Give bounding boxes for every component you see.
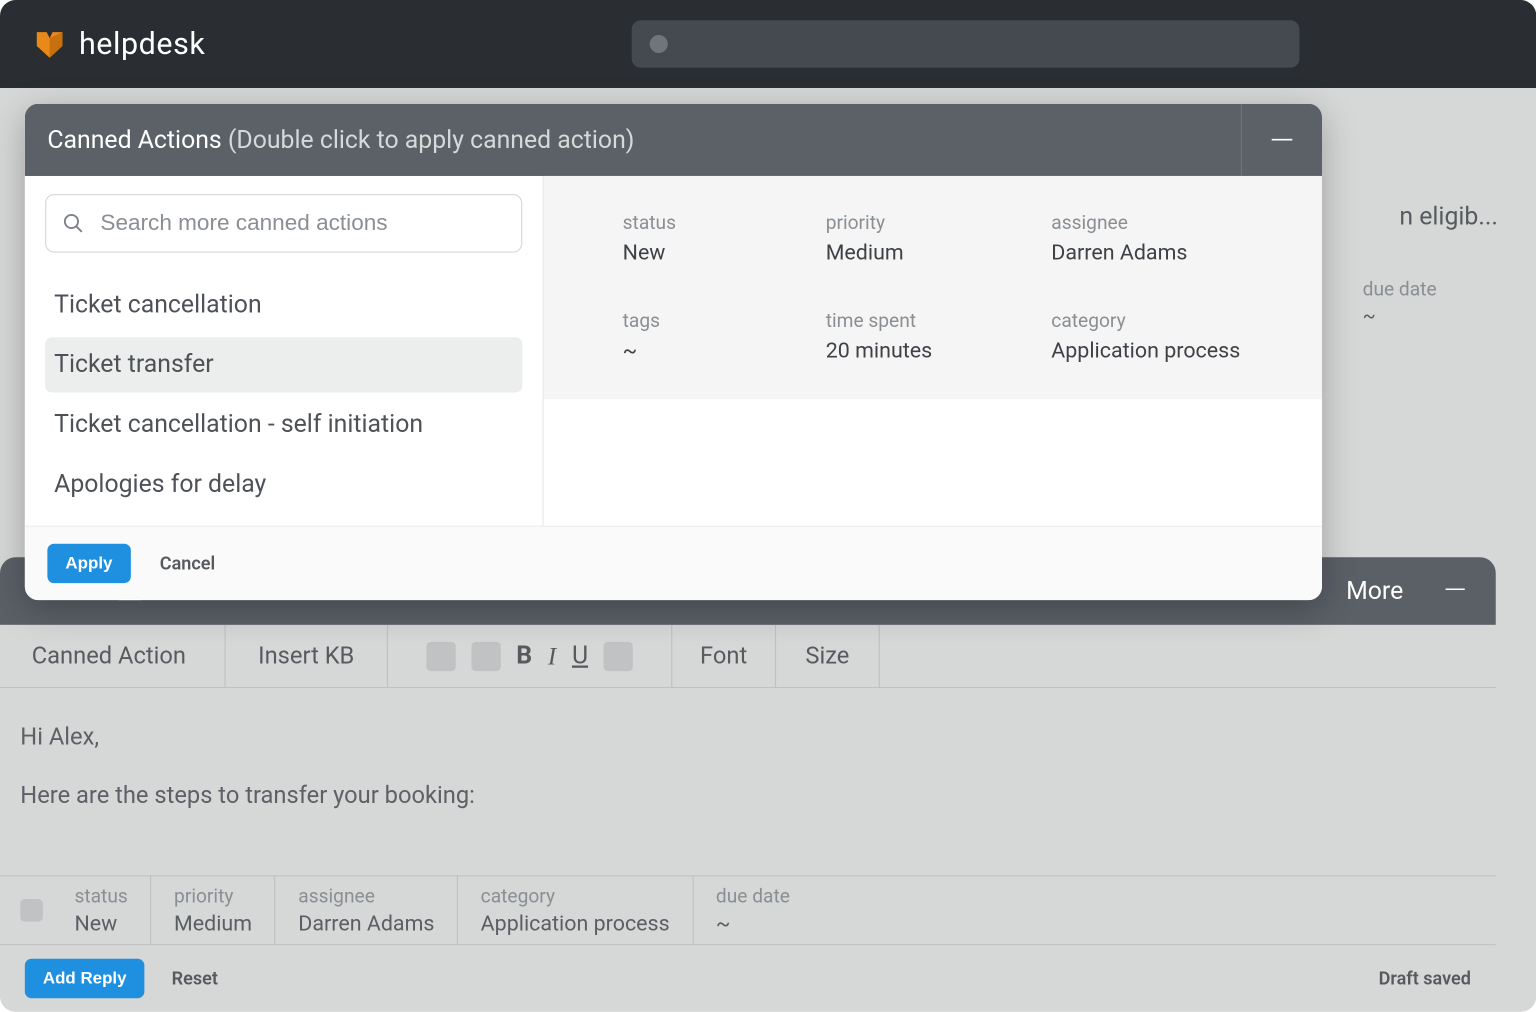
lbl: category — [481, 885, 670, 908]
canned-actions-popup: Canned Actions (Double click to apply ca… — [25, 104, 1322, 600]
lbl: priority — [174, 885, 252, 908]
add-reply-button[interactable]: Add Reply — [25, 958, 145, 997]
canned-list: Ticket cancellationTicket transferTicket… — [45, 277, 522, 512]
preview-priority: priority Medium — [826, 212, 1052, 265]
preview-status: status New — [623, 212, 826, 265]
val: Application process — [481, 910, 670, 936]
val: New — [74, 910, 127, 936]
format-box-icon[interactable] — [604, 641, 633, 670]
canned-search-input[interactable] — [100, 210, 505, 236]
popup-minimize-icon[interactable]: — — [1241, 104, 1322, 176]
val: ~ — [623, 337, 826, 363]
search-icon — [62, 212, 85, 235]
val: Medium — [174, 910, 252, 936]
canned-item[interactable]: Apologies for delay — [45, 457, 522, 512]
popup-title: Canned Actions (Double click to apply ca… — [47, 126, 634, 154]
popup-title-main: Canned Actions — [47, 126, 221, 154]
popup-header: Canned Actions (Double click to apply ca… — [25, 104, 1322, 176]
reset-button[interactable]: Reset — [172, 967, 218, 988]
due-value: ~ — [1363, 306, 1498, 329]
preview-category: category Application process — [1051, 310, 1277, 363]
lbl: time spent — [826, 310, 1052, 333]
lbl: status — [623, 212, 826, 235]
meta-priority: priority Medium — [174, 876, 276, 944]
topbar: helpdesk — [0, 0, 1536, 88]
lbl: category — [1051, 310, 1277, 333]
meta-checkbox[interactable] — [20, 899, 43, 922]
global-search[interactable] — [632, 20, 1300, 67]
canned-item[interactable]: Ticket transfer — [45, 337, 522, 392]
due-label: due date — [1363, 279, 1498, 302]
minimize-reply-icon[interactable]: — — [1430, 566, 1480, 616]
popup-pointer-icon — [117, 599, 142, 600]
popup-preview-panel: status New priority Medium assignee Darr… — [544, 176, 1322, 526]
toolbar-format-group: B I U — [388, 625, 672, 687]
more-menu[interactable]: More — [1346, 577, 1403, 605]
val: ~ — [716, 910, 790, 936]
reply-editor[interactable]: Hi Alex, Here are the steps to transfer … — [0, 688, 1496, 827]
lbl: assignee — [1051, 212, 1277, 235]
meta-assignee: assignee Darren Adams — [298, 876, 458, 944]
app-window: helpdesk n eligib... due date ~ More — C… — [0, 0, 1536, 1012]
lbl: tags — [623, 310, 826, 333]
lbl: priority — [826, 212, 1052, 235]
reply-footer: Add Reply Reset Draft saved — [0, 945, 1496, 1010]
search-icon — [650, 35, 668, 53]
meta-category: category Application process — [481, 876, 694, 944]
canned-item[interactable]: Ticket cancellation — [45, 277, 522, 332]
ticket-meta-row: status New priority Medium assignee Darr… — [0, 875, 1496, 945]
canned-search-box[interactable] — [45, 194, 522, 253]
val: New — [623, 239, 826, 265]
format-box-icon[interactable] — [471, 641, 500, 670]
ticket-title-truncated: n eligib... — [1399, 203, 1498, 231]
meta-status: status New — [74, 876, 151, 944]
draft-saved-indicator: Draft saved — [1379, 967, 1471, 988]
val: 20 minutes — [826, 337, 1052, 363]
brand-logo: helpdesk — [34, 26, 206, 62]
underline-button[interactable]: U — [572, 642, 588, 670]
meta-due-peek: due date ~ — [1363, 279, 1498, 329]
bold-button[interactable]: B — [516, 642, 532, 670]
brand-name: helpdesk — [79, 26, 205, 62]
apply-button[interactable]: Apply — [47, 544, 130, 583]
lbl: status — [74, 885, 127, 908]
preview-tags: tags ~ — [623, 310, 826, 363]
italic-button[interactable]: I — [548, 641, 556, 670]
val: Application process — [1051, 337, 1277, 363]
popup-left-panel: Ticket cancellationTicket transferTicket… — [25, 176, 544, 526]
lbl: assignee — [298, 885, 434, 908]
val: Darren Adams — [298, 910, 434, 936]
preview-time: time spent 20 minutes — [826, 310, 1052, 363]
popup-footer: Apply Cancel — [25, 526, 1322, 600]
lbl: due date — [716, 885, 790, 908]
toolbar-insert-kb[interactable]: Insert KB — [226, 625, 388, 687]
meta-due: due date ~ — [716, 876, 813, 944]
popup-subtitle: (Double click to apply canned action) — [228, 126, 635, 154]
val: Darren Adams — [1051, 239, 1277, 265]
editor-line: Hi Alex, — [20, 720, 1475, 758]
toolbar-font[interactable]: Font — [672, 625, 776, 687]
val: Medium — [826, 239, 1052, 265]
preview-assignee: assignee Darren Adams — [1051, 212, 1277, 265]
toolbar-canned-action[interactable]: Canned Action — [0, 625, 226, 687]
format-box-icon[interactable] — [426, 641, 455, 670]
editor-toolbar: Canned Action Insert KB B I U Font Size — [0, 625, 1496, 688]
editor-line: Here are the steps to transfer your book… — [20, 778, 1475, 816]
canned-item[interactable]: Ticket cancellation - self initiation — [45, 397, 522, 452]
toolbar-size[interactable]: Size — [776, 625, 880, 687]
fox-icon — [34, 28, 66, 60]
cancel-button[interactable]: Cancel — [160, 553, 215, 574]
